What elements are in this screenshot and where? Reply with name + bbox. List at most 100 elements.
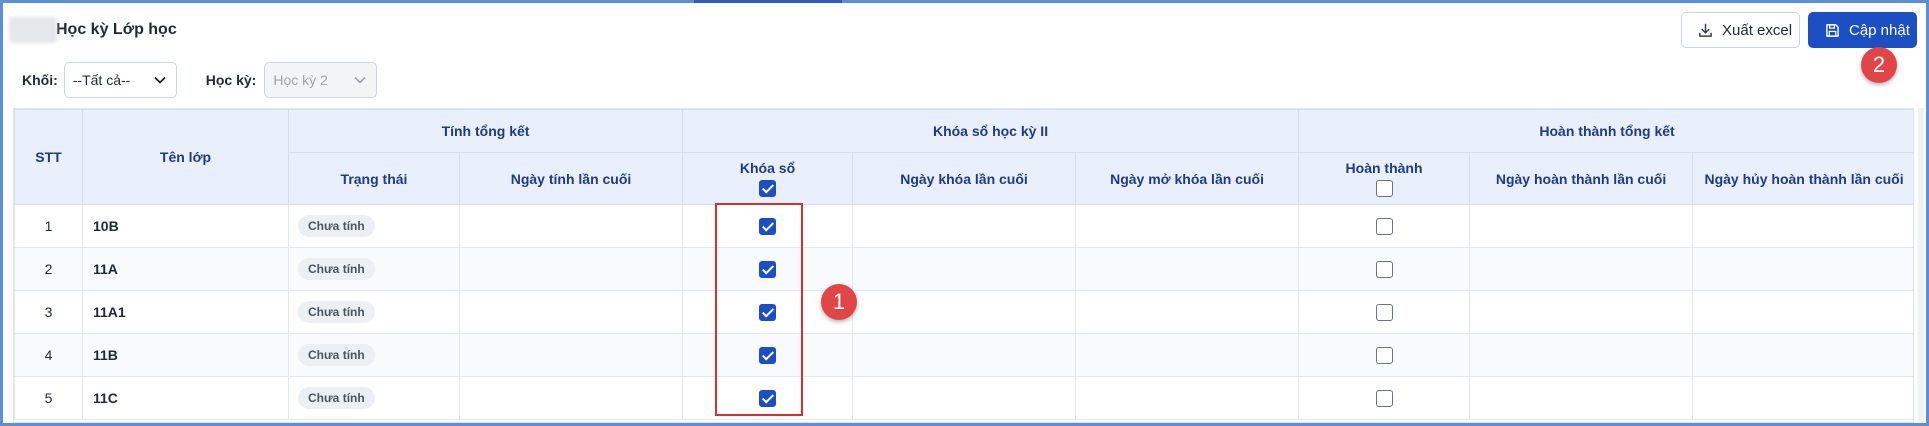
cell-lock <box>682 247 854 291</box>
vertical-scrollbar[interactable] <box>1918 108 1924 423</box>
cell-lock <box>682 204 854 248</box>
table-row: 2 11A Chưa tính <box>14 247 1913 291</box>
cell-status: Chưa tính <box>288 247 460 291</box>
status-badge: Chưa tính <box>298 301 375 323</box>
lock-header-label: Khóa sổ <box>739 159 796 176</box>
grade-select-value: --Tất cả-- <box>72 72 131 88</box>
cell-last-unlock <box>1075 247 1300 291</box>
status-badge: Chưa tính <box>298 344 375 366</box>
cell-last-done <box>1469 247 1694 291</box>
column-header-status: Trạng thái <box>288 152 460 205</box>
lock-checkbox[interactable] <box>759 389 777 407</box>
grade-select[interactable]: --Tất cả-- <box>63 62 177 98</box>
done-checkbox[interactable] <box>1375 217 1393 235</box>
chevron-down-icon <box>154 76 166 84</box>
cell-done <box>1298 376 1471 420</box>
semester-select-value: Học kỳ 2 <box>273 72 328 88</box>
group-header-done: Hoàn thành tổng kết <box>1298 109 1913 153</box>
table-row: 4 11B Chưa tính <box>14 333 1913 377</box>
status-badge: Chưa tính <box>298 387 375 409</box>
cell-stt: 5 <box>14 376 83 420</box>
title-area: Học kỳ Lớp học <box>9 17 177 43</box>
cell-last-unlock <box>1075 290 1300 334</box>
cell-status: Chưa tính <box>288 204 460 248</box>
cell-lock <box>682 333 854 377</box>
cell-last-lock <box>852 333 1077 377</box>
column-header-last-calc: Ngày tính lần cuối <box>458 152 684 205</box>
save-icon <box>1826 23 1839 37</box>
cell-last-unlock <box>1075 376 1300 420</box>
page-title: Học kỳ Lớp học <box>56 21 177 38</box>
cell-stt: 3 <box>14 290 83 334</box>
cell-done <box>1298 290 1471 334</box>
done-checkbox[interactable] <box>1375 260 1393 278</box>
cell-last-calc <box>458 376 684 420</box>
cell-last-calc <box>458 333 684 377</box>
column-header-last-unlock: Ngày mở khóa lần cuối <box>1075 152 1300 205</box>
cell-stt: 2 <box>14 247 83 291</box>
cell-last-lock <box>852 247 1077 291</box>
cell-status: Chưa tính <box>288 376 460 420</box>
semester-select[interactable]: Học kỳ 2 <box>264 62 378 98</box>
annotation-marker-1: 1 <box>821 284 857 320</box>
done-checkbox[interactable] <box>1375 389 1393 407</box>
chevron-down-icon <box>354 76 366 84</box>
cell-last-unlock <box>1075 333 1300 377</box>
blurred-prefix <box>9 17 57 43</box>
cell-last-cancel <box>1692 204 1913 248</box>
class-semester-table: STT Tên lớp Tính tổng kết Khóa sổ học kỳ… <box>14 109 1913 420</box>
status-badge: Chưa tính <box>298 215 375 237</box>
filter-bar: Khối: --Tất cả-- Học kỳ: Học kỳ 2 <box>3 60 378 100</box>
column-header-last-cancel: Ngày hủy hoàn thành lần cuối <box>1692 152 1913 205</box>
table-row: 5 11C Chưa tính <box>14 376 1913 420</box>
page-header: Học kỳ Lớp học Xuất excel Cập nhật <box>3 3 1926 57</box>
grade-filter-label: Khối: <box>22 72 58 88</box>
column-header-stt: STT <box>14 109 83 205</box>
done-checkbox[interactable] <box>1375 303 1393 321</box>
cell-last-done <box>1469 376 1694 420</box>
status-badge: Chưa tính <box>298 258 375 280</box>
cell-last-done <box>1469 290 1694 334</box>
done-checkbox[interactable] <box>1375 346 1393 364</box>
cell-done <box>1298 204 1471 248</box>
export-excel-button[interactable]: Xuất excel <box>1681 12 1800 48</box>
done-all-checkbox[interactable] <box>1375 180 1393 198</box>
table-body: 1 10B Chưa tính 2 11A Chưa tính 3 11A1 Chưa tính… <box>14 204 1913 420</box>
table-row: 3 11A1 Chưa tính <box>14 290 1913 334</box>
cell-last-calc <box>458 204 684 248</box>
column-header-done: Hoàn thành <box>1298 152 1471 205</box>
cell-lock <box>682 376 854 420</box>
column-header-class: Tên lớp <box>82 109 289 205</box>
class-semester-table-container: STT Tên lớp Tính tổng kết Khóa sổ học kỳ… <box>13 108 1914 423</box>
column-header-last-done: Ngày hoàn thành lần cuối <box>1469 152 1694 205</box>
cell-last-cancel <box>1692 290 1913 334</box>
lock-checkbox[interactable] <box>759 346 777 364</box>
semester-filter-label: Học kỳ: <box>205 72 257 88</box>
cell-last-done <box>1469 333 1694 377</box>
cell-last-done <box>1469 204 1694 248</box>
export-excel-label: Xuất excel <box>1722 21 1793 39</box>
group-header-calc: Tính tổng kết <box>287 109 684 153</box>
cell-last-lock <box>852 290 1077 334</box>
lock-checkbox[interactable] <box>759 260 777 278</box>
column-header-lock: Khóa sổ <box>682 152 854 205</box>
cell-last-cancel <box>1692 376 1913 420</box>
cell-class-name: 10B <box>82 204 289 248</box>
cell-done <box>1298 333 1471 377</box>
done-header-label: Hoàn thành <box>1345 159 1423 176</box>
cell-class-name: 11B <box>82 333 289 377</box>
lock-checkbox[interactable] <box>759 303 777 321</box>
cell-status: Chưa tính <box>288 290 460 334</box>
cell-done <box>1298 247 1471 291</box>
cell-stt: 4 <box>14 333 83 377</box>
group-header-lock: Khóa sổ học kỳ II <box>682 109 1300 153</box>
lock-all-checkbox[interactable] <box>759 180 777 198</box>
update-button[interactable]: Cập nhật <box>1808 12 1917 48</box>
annotation-marker-2: 2 <box>1861 47 1897 83</box>
cell-last-calc <box>458 247 684 291</box>
cell-class-name: 11C <box>82 376 289 420</box>
cell-last-cancel <box>1692 333 1913 377</box>
column-header-last-lock: Ngày khóa lần cuối <box>852 152 1077 205</box>
cell-last-unlock <box>1075 204 1300 248</box>
lock-checkbox[interactable] <box>759 217 777 235</box>
